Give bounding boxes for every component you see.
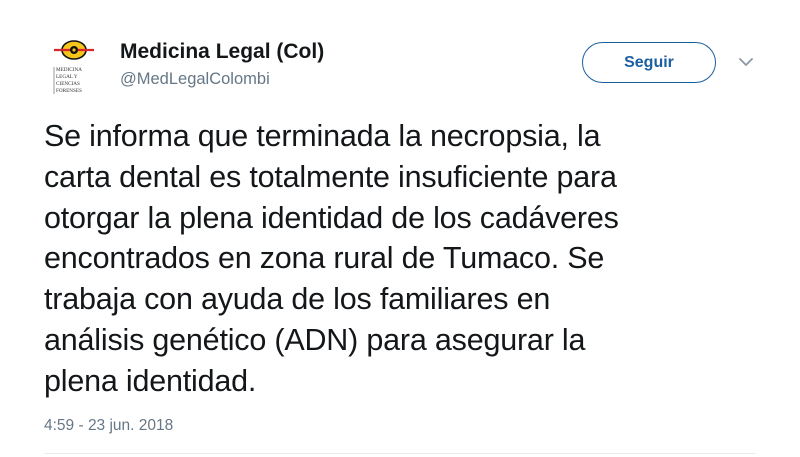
divider (44, 453, 756, 454)
chevron-down-icon[interactable] (738, 56, 754, 68)
logo-line: MEDICINA (56, 67, 82, 73)
tweet-text-line: carta dental es totalmente insuficiente … (44, 159, 617, 194)
follow-button[interactable]: Seguir (582, 42, 716, 83)
tweet-text-line: plena identidad. (44, 363, 257, 398)
logo-line: CIENCIAS (56, 81, 80, 87)
tweet-text-line: Se informa que terminada la necropsia, l… (44, 119, 601, 153)
author-handle[interactable]: @MedLegalColombi (120, 70, 270, 89)
logo-line: FORENSES (56, 88, 82, 94)
author-name[interactable]: Medicina Legal (Col) (120, 40, 324, 64)
medicina-legal-logo-icon: MEDICINA LEGAL Y CIENCIAS FORENSES (53, 40, 94, 94)
tweet-text-line: encontrados en zona rural de Tumaco. Se (44, 241, 605, 276)
tweet-text: Se informa que terminada la necropsia, l… (44, 116, 754, 402)
tweet-timestamp[interactable]: 4:59 - 23 jun. 2018 (44, 417, 173, 435)
tweet-text-line: otorgar la plena identidad de los cadáve… (44, 200, 619, 235)
tweet-text-line: análisis genético (ADN) para asegurar la (44, 322, 586, 357)
avatar[interactable]: MEDICINA LEGAL Y CIENCIAS FORENSES (50, 38, 102, 96)
tweet-text-line: trabaja con ayuda de los familiares en (44, 282, 551, 317)
logo-line: LEGAL Y (56, 74, 78, 80)
tweet-card: MEDICINA LEGAL Y CIENCIAS FORENSES Medic… (0, 0, 800, 457)
